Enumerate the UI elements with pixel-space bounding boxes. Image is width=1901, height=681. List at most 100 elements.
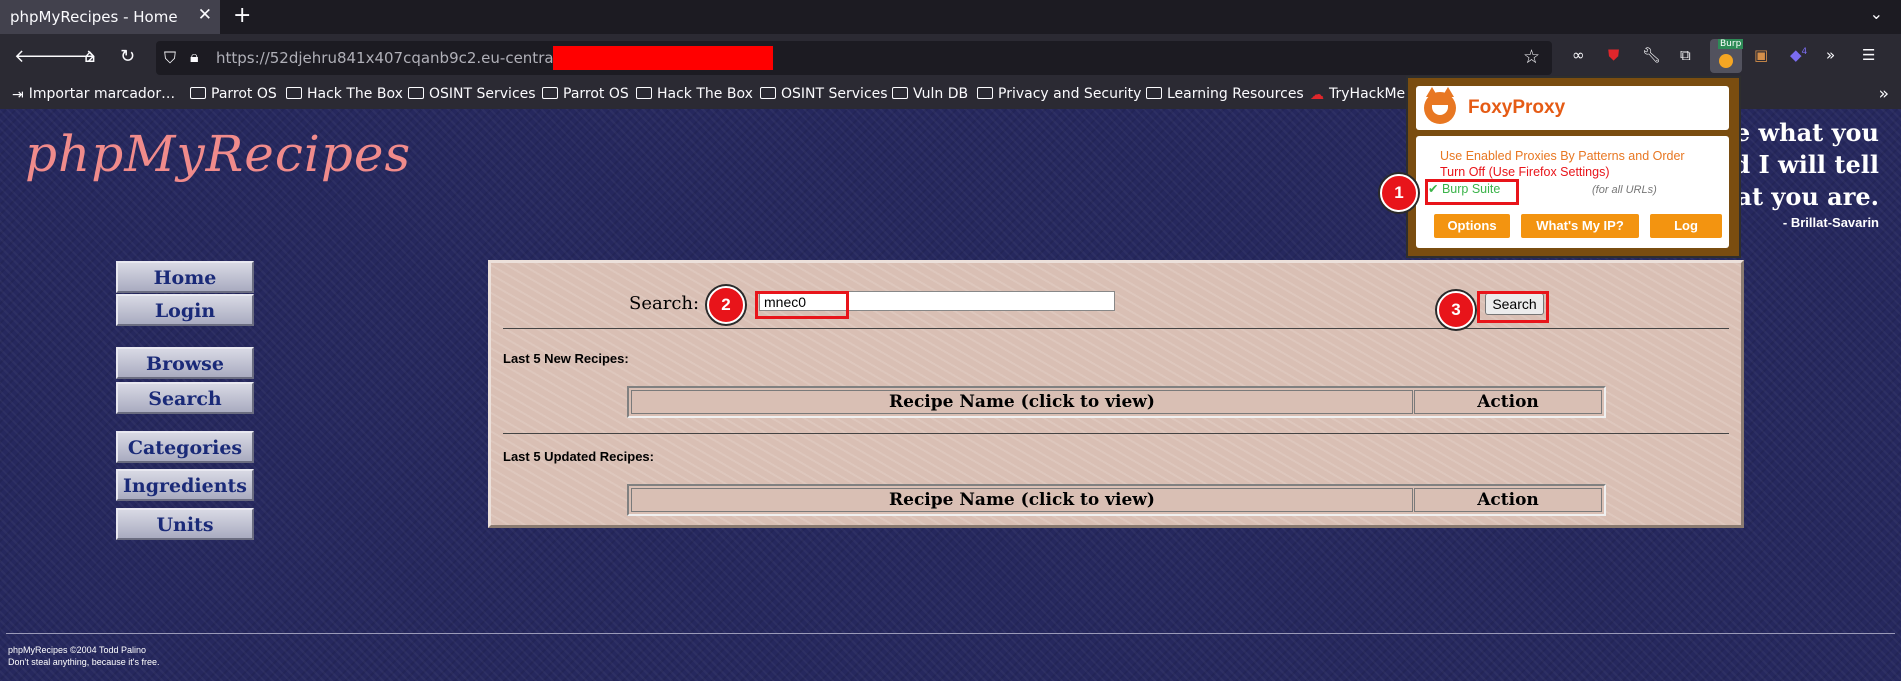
extensions-icon[interactable]: ⧉: [1680, 46, 1691, 68]
search-label: Search:: [629, 293, 700, 314]
nav-units-button[interactable]: Units: [116, 508, 254, 540]
option-turn-off[interactable]: Turn Off (Use Firefox Settings): [1440, 165, 1610, 179]
options-button[interactable]: Options: [1434, 214, 1510, 238]
mask-icon[interactable]: ∞: [1572, 46, 1585, 68]
footer-copyright: phpMyRecipes ©2004 Todd Palino: [8, 645, 147, 655]
for-all-urls: (for all URLs): [1592, 184, 1657, 196]
url-text[interactable]: https://52djehru841x407cqanb9c2.eu-centr…: [216, 49, 577, 67]
option-patterns[interactable]: Use Enabled Proxies By Patterns and Orde…: [1440, 149, 1685, 163]
marker-2: 2: [707, 286, 745, 324]
bookmark-folder[interactable]: Parrot OS: [542, 86, 629, 102]
folder-icon: [542, 87, 558, 99]
tab-title: phpMyRecipes - Home: [10, 8, 178, 26]
bookmark-tryhackme[interactable]: ☁ TryHackMe: [1310, 86, 1405, 103]
wrench-icon[interactable]: 🔧︎: [1642, 46, 1661, 68]
nav-categories-button[interactable]: Categories: [116, 431, 254, 463]
folder-icon: [408, 87, 424, 99]
box-icon[interactable]: ▣: [1754, 46, 1768, 68]
highlight-search-button: [1477, 291, 1549, 323]
bookmark-label: Hack The Box: [657, 86, 753, 102]
fox-icon: [1719, 54, 1733, 68]
log-button[interactable]: Log: [1650, 214, 1722, 238]
bookmark-label: Hack The Box: [307, 86, 403, 102]
bookmark-label: TryHackMe: [1329, 86, 1406, 102]
tab-active[interactable]: phpMyRecipes - Home ✕: [0, 0, 220, 34]
menu-icon[interactable]: ☰: [1862, 46, 1875, 68]
updated-recipes-label: Last 5 Updated Recipes:: [503, 449, 654, 464]
bookmark-label: Importar marcador…: [28, 86, 176, 102]
col-action: Action: [1414, 488, 1602, 512]
burp-badge: Burp: [1718, 39, 1744, 49]
bookmark-label: Vuln DB: [913, 86, 969, 102]
folder-icon: [286, 87, 302, 99]
ublock-icon[interactable]: ⛊: [1608, 46, 1619, 68]
bookmark-folder[interactable]: Hack The Box: [286, 86, 403, 102]
nav-ingredients-button[interactable]: Ingredients: [116, 469, 254, 501]
col-recipe-name: Recipe Name (click to view): [631, 488, 1413, 512]
import-icon: ⇥: [12, 87, 24, 103]
updated-recipes-table: Recipe Name (click to view) Action: [627, 484, 1606, 516]
nav-home-button[interactable]: Home: [116, 261, 254, 293]
site-logo[interactable]: phpMyRecipes: [25, 125, 411, 183]
footer-divider: [6, 633, 1895, 634]
popup-title: FoxyProxy: [1468, 97, 1566, 118]
foxyproxy-logo-icon: [1424, 87, 1456, 124]
bookmark-label: Privacy and Security: [998, 86, 1142, 102]
col-recipe-name: Recipe Name (click to view): [631, 390, 1413, 414]
new-recipes-label: Last 5 New Recipes:: [503, 351, 629, 366]
popup-header: FoxyProxy: [1416, 86, 1729, 130]
bookmark-folder[interactable]: Privacy and Security: [977, 86, 1141, 102]
bookmark-label: OSINT Services: [781, 86, 888, 102]
bookmark-folder[interactable]: Parrot OS: [190, 86, 277, 102]
divider: [503, 433, 1729, 434]
address-bar[interactable]: ⛉ 🔒︎ https://52djehru841x407cqanb9c2.eu-…: [156, 41, 1552, 75]
redaction-box: [553, 46, 773, 70]
bookmark-label: OSINT Services: [429, 86, 536, 102]
folder-icon: [892, 87, 908, 99]
bookmark-star-icon[interactable]: ☆: [1523, 46, 1540, 68]
highlight-search-input: [755, 291, 849, 319]
tryhackme-icon: ☁: [1310, 87, 1324, 103]
bookmarks-overflow-icon[interactable]: »: [1879, 84, 1889, 104]
whats-my-ip-button[interactable]: What's My IP?: [1521, 214, 1639, 238]
bookmark-folder[interactable]: OSINT Services: [760, 86, 888, 102]
bookmark-folder[interactable]: OSINT Services: [408, 86, 536, 102]
footer-note: Don't steal anything, because it's free.: [8, 657, 160, 667]
foxyproxy-popup: FoxyProxy Use Enabled Proxies By Pattern…: [1406, 76, 1741, 258]
nav-browse-button[interactable]: Browse: [116, 347, 254, 379]
main-panel: Search: mnec0 Search Last 5 New Recipes:…: [488, 260, 1744, 528]
footer: phpMyRecipes ©2004 Todd Palino Don't ste…: [8, 644, 160, 668]
bookmark-import[interactable]: ⇥ Importar marcador…: [12, 86, 175, 103]
bookmark-folder[interactable]: Learning Resources: [1146, 86, 1304, 102]
foxyproxy-extension-button[interactable]: Burp: [1710, 39, 1744, 73]
reload-icon[interactable]: ↻: [120, 46, 135, 68]
nav-bar: 🡐 🡒 ⌂ ↻ ⛉ 🔒︎ https://52djehru841x407cqan…: [0, 34, 1901, 82]
bookmark-folder[interactable]: Hack The Box: [636, 86, 753, 102]
highlight-burp-suite: [1425, 179, 1519, 205]
container-badge: 4: [1801, 47, 1808, 57]
folder-icon: [636, 87, 652, 99]
lock-icon[interactable]: 🔒︎: [190, 47, 199, 67]
nav-login-button[interactable]: Login: [116, 294, 254, 326]
folder-icon: [190, 87, 206, 99]
bookmark-label: Parrot OS: [211, 86, 277, 102]
home-icon[interactable]: ⌂: [84, 46, 95, 68]
col-action: Action: [1414, 390, 1602, 414]
folder-icon: [977, 87, 993, 99]
chevron-down-icon[interactable]: ⌄: [1870, 4, 1883, 23]
tab-bar: phpMyRecipes - Home ✕ + ⌄: [0, 0, 1901, 34]
close-icon[interactable]: ✕: [198, 5, 212, 25]
marker-1: 1: [1380, 174, 1418, 212]
marker-3: 3: [1437, 291, 1475, 329]
divider: [503, 328, 1729, 329]
overflow-icon[interactable]: »: [1826, 46, 1835, 68]
shield-icon[interactable]: ⛉: [164, 48, 176, 68]
folder-icon: [760, 87, 776, 99]
new-tab-icon[interactable]: +: [233, 3, 251, 28]
container-icon[interactable]: ◆4: [1790, 46, 1807, 68]
new-recipes-table: Recipe Name (click to view) Action: [627, 386, 1606, 418]
bookmark-label: Learning Resources: [1167, 86, 1304, 102]
bookmark-folder[interactable]: Vuln DB: [892, 86, 968, 102]
bookmark-label: Parrot OS: [563, 86, 629, 102]
nav-search-button[interactable]: Search: [116, 382, 254, 414]
